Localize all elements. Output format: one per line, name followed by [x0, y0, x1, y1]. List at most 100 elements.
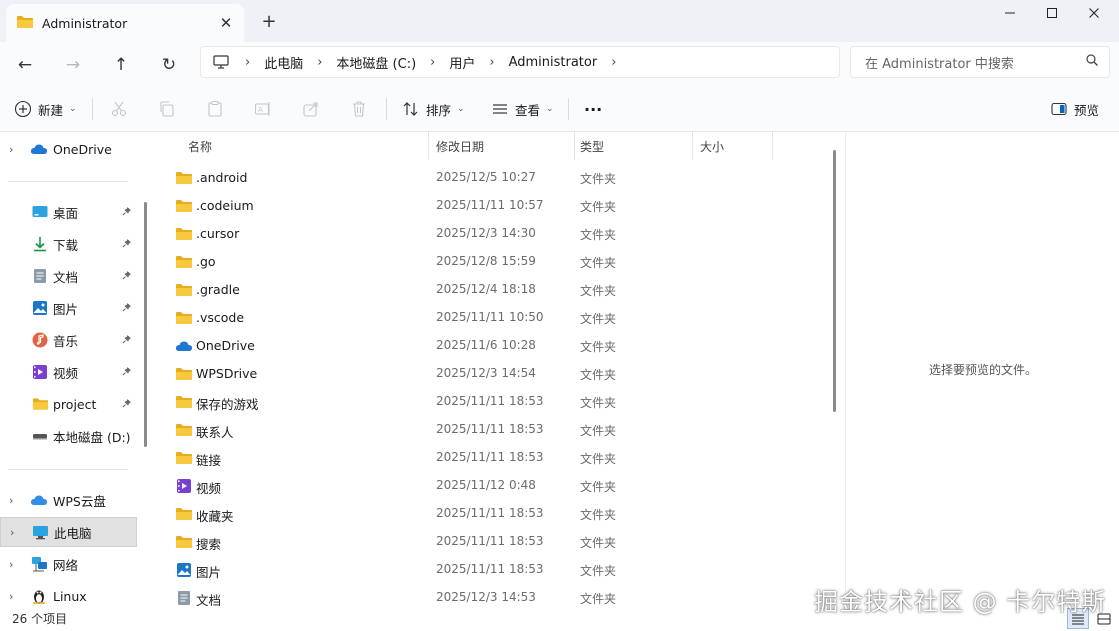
- sidebar-item-local-disk-d[interactable]: 本地磁盘 (D:): [0, 421, 137, 451]
- minimize-button[interactable]: [987, 0, 1033, 26]
- file-list-scrollbar[interactable]: [833, 150, 836, 412]
- file-row[interactable]: 链接 2025/11/11 18:53 文件夹: [167, 444, 817, 472]
- copy-button[interactable]: [158, 94, 176, 124]
- column-separator[interactable]: [772, 132, 773, 160]
- column-separator[interactable]: [428, 132, 429, 160]
- sidebar-item-network[interactable]: › 网络: [0, 549, 137, 579]
- cut-button[interactable]: [110, 94, 128, 124]
- tab-close-icon[interactable]: ✕: [216, 13, 236, 33]
- pin-icon[interactable]: [122, 302, 132, 315]
- pin-icon[interactable]: [122, 398, 132, 411]
- chevron-right-icon[interactable]: ›: [9, 590, 13, 603]
- chevron-right-icon[interactable]: ›: [9, 558, 13, 571]
- share-button[interactable]: [302, 94, 320, 124]
- file-type: 文件夹: [580, 424, 617, 438]
- file-row[interactable]: .cursor 2025/12/3 14:30 文件夹: [167, 220, 817, 248]
- sidebar-item-this-pc[interactable]: › 此电脑: [0, 517, 137, 547]
- file-row[interactable]: WPSDrive 2025/12/3 14:54 文件夹: [167, 360, 817, 388]
- preview-pane: 选择要预览的文件。: [845, 132, 1119, 606]
- file-name: WPSDrive: [196, 366, 258, 381]
- maximize-button[interactable]: [1029, 0, 1075, 26]
- rename-button[interactable]: A: [254, 94, 272, 124]
- back-button[interactable]: ←: [10, 50, 40, 80]
- sidebar-item-music[interactable]: 音乐: [0, 325, 137, 355]
- sidebar-scrollbar[interactable]: [144, 202, 147, 447]
- breadcrumb-administrator[interactable]: Administrator: [509, 55, 598, 70]
- column-header-date[interactable]: 修改日期: [436, 132, 574, 160]
- column-header-name[interactable]: 名称: [188, 132, 428, 160]
- breadcrumb-separator[interactable]: ›: [245, 55, 250, 70]
- pin-icon[interactable]: [122, 270, 132, 283]
- file-date: 2025/11/11 18:53: [436, 506, 544, 520]
- file-row[interactable]: 联系人 2025/11/11 18:53 文件夹: [167, 416, 817, 444]
- chevron-right-icon[interactable]: ›: [9, 494, 13, 507]
- view-button[interactable]: 查看 ⌄: [491, 94, 554, 124]
- sidebar-item-downloads[interactable]: 下载: [0, 229, 137, 259]
- sidebar-item-pictures[interactable]: 图片: [0, 293, 137, 323]
- file-type: 文件夹: [580, 592, 617, 606]
- pin-icon[interactable]: [122, 334, 132, 347]
- forward-button[interactable]: →: [58, 50, 88, 80]
- file-row[interactable]: 文档 2025/12/3 14:53 文件夹: [167, 584, 817, 606]
- file-name: 视频: [196, 481, 222, 496]
- preview-button[interactable]: 预览: [1050, 94, 1099, 124]
- file-type: 文件夹: [580, 200, 617, 214]
- column-separator[interactable]: [692, 132, 693, 160]
- toolbar-divider: [92, 98, 93, 120]
- file-row[interactable]: 收藏夹 2025/11/11 18:53 文件夹: [167, 500, 817, 528]
- up-button[interactable]: ↑: [106, 50, 136, 80]
- sidebar-item-videos[interactable]: 视频: [0, 357, 137, 387]
- search-icon[interactable]: [1085, 53, 1099, 71]
- file-type: 文件夹: [580, 228, 617, 242]
- breadcrumb-local-disk-c[interactable]: 本地磁盘 (C:): [336, 53, 416, 72]
- breadcrumb-separator[interactable]: ›: [611, 55, 616, 70]
- sidebar-item-documents[interactable]: 文档: [0, 261, 137, 291]
- file-row[interactable]: 图片 2025/11/11 18:53 文件夹: [167, 556, 817, 584]
- refresh-button[interactable]: ↻: [154, 50, 184, 80]
- breadcrumb-separator[interactable]: ›: [430, 55, 435, 70]
- delete-button[interactable]: [350, 94, 368, 124]
- file-row[interactable]: 保存的游戏 2025/11/11 18:53 文件夹: [167, 388, 817, 416]
- breadcrumb-separator[interactable]: ›: [317, 55, 322, 70]
- sort-button[interactable]: 排序 ⌄: [402, 94, 465, 124]
- sidebar-item-project[interactable]: project: [0, 389, 137, 419]
- sidebar-item-desktop[interactable]: 桌面: [0, 197, 137, 227]
- pin-icon[interactable]: [122, 238, 132, 251]
- address-row: ← → ↑ ↻ › 此电脑 › 本地磁盘 (C:) › 用户 › Adminis…: [0, 42, 1119, 86]
- file-row[interactable]: 搜索 2025/11/11 18:53 文件夹: [167, 528, 817, 556]
- sidebar-item-onedrive[interactable]: › OneDrive: [0, 134, 137, 164]
- pin-icon[interactable]: [122, 206, 132, 219]
- file-row[interactable]: .android 2025/12/5 10:27 文件夹: [167, 164, 817, 192]
- close-window-button[interactable]: [1071, 0, 1117, 26]
- file-row[interactable]: .codeium 2025/11/11 10:57 文件夹: [167, 192, 817, 220]
- breadcrumb-users[interactable]: 用户: [449, 53, 475, 72]
- file-row[interactable]: .go 2025/12/8 15:59 文件夹: [167, 248, 817, 276]
- column-separator[interactable]: [574, 132, 575, 160]
- paste-button[interactable]: [206, 94, 224, 124]
- toolbar-divider: [386, 98, 387, 120]
- tab-administrator[interactable]: Administrator ✕: [6, 4, 244, 42]
- file-type: 文件夹: [580, 508, 617, 522]
- pin-icon[interactable]: [122, 366, 132, 379]
- address-bar[interactable]: › 此电脑 › 本地磁盘 (C:) › 用户 › Administrator ›: [200, 46, 840, 78]
- search-input[interactable]: 在 Administrator 中搜索: [850, 46, 1110, 78]
- new-button[interactable]: 新建 ⌄: [14, 94, 77, 124]
- chevron-right-icon[interactable]: ›: [10, 526, 14, 539]
- folder-icon: [16, 15, 34, 32]
- file-row[interactable]: .vscode 2025/11/11 10:50 文件夹: [167, 304, 817, 332]
- new-tab-button[interactable]: +: [258, 10, 280, 32]
- document-icon: [31, 267, 49, 285]
- more-options-button[interactable]: ···: [584, 94, 602, 124]
- file-name: .cursor: [196, 226, 240, 241]
- column-header-size[interactable]: 大小: [700, 132, 772, 160]
- file-row[interactable]: .gradle 2025/12/4 18:18 文件夹: [167, 276, 817, 304]
- chevron-right-icon[interactable]: ›: [9, 143, 13, 156]
- breadcrumb-this-pc[interactable]: 此电脑: [264, 53, 303, 72]
- sidebar-item-linux[interactable]: › Linux: [0, 581, 137, 606]
- file-row[interactable]: OneDrive 2025/11/6 10:28 文件夹: [167, 332, 817, 360]
- linux-icon: [30, 587, 48, 605]
- file-row[interactable]: 视频 2025/11/12 0:48 文件夹: [167, 472, 817, 500]
- sidebar-item-wps-cloud[interactable]: › WPS云盘: [0, 485, 137, 515]
- breadcrumb-separator[interactable]: ›: [489, 55, 494, 70]
- column-header-type[interactable]: 类型: [580, 132, 692, 160]
